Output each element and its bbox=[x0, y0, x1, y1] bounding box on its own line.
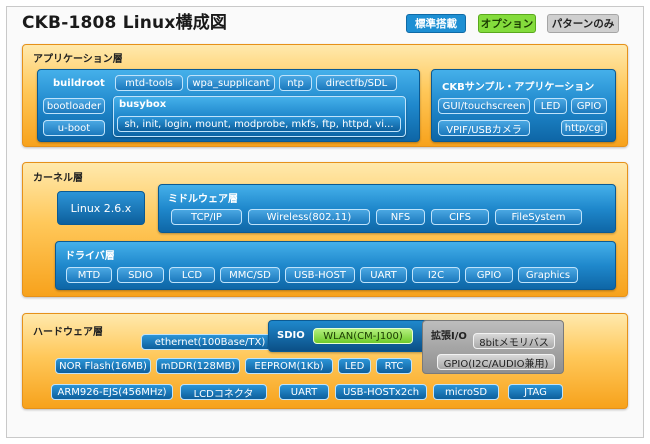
chip-led: LED bbox=[534, 98, 567, 114]
legend-standard: 標準搭載 bbox=[406, 14, 466, 33]
sdio-panel: SDIO WLAN(CM-J100) bbox=[268, 320, 434, 352]
middleware-panel: ミドルウェア層 TCP/IP Wireless(802.11) NFS CIFS… bbox=[158, 184, 616, 233]
chip-usb-host-2ch: USB-HOSTx2ch bbox=[335, 384, 427, 400]
chip-8bit-memory-bus: 8bitメモリバス bbox=[473, 333, 555, 349]
buildroot-panel: buildroot mtd-tools wpa_supplicant ntp d… bbox=[37, 69, 420, 142]
ckb-apps-panel: CKBサンプル・アプリケーション GUI/touchscreen LED GPI… bbox=[431, 69, 616, 142]
chip-mtd: MTD bbox=[66, 267, 112, 283]
ext-io-panel: 拡張I/O 8bitメモリバス GPIO(I2C/AUDIO兼用) bbox=[422, 320, 564, 374]
driver-panel: ドライバ層 MTD SDIO LCD MMC/SD USB-HOST UART … bbox=[55, 241, 616, 290]
chip-gpio-i2c-audio: GPIO(I2C/AUDIO兼用) bbox=[437, 354, 555, 370]
chip-nor-flash: NOR Flash(16MB) bbox=[55, 358, 151, 374]
busybox-commands: sh, init, login, mount, modprobe, mkfs, … bbox=[117, 116, 401, 132]
chip-wlan-option: WLAN(CM-J100) bbox=[313, 328, 413, 344]
legend-option: オプション bbox=[478, 14, 536, 33]
ext-io-label: 拡張I/O bbox=[431, 331, 467, 342]
kernel-layer: カーネル層 Linux 2.6.x ミドルウェア層 TCP/IP Wireles… bbox=[22, 162, 628, 297]
chip-led-hw: LED bbox=[338, 358, 371, 374]
chip-lcd: LCD bbox=[169, 267, 215, 283]
chip-gui-touchscreen: GUI/touchscreen bbox=[438, 98, 530, 114]
chip-directfb-sdl: directfb/SDL bbox=[316, 75, 397, 91]
chip-mmc-sd: MMC/SD bbox=[220, 267, 280, 283]
application-layer: アプリケーション層 buildroot mtd-tools wpa_suppli… bbox=[22, 44, 628, 147]
chip-usb-host: USB-HOST bbox=[285, 267, 355, 283]
chip-cifs: CIFS bbox=[431, 209, 489, 225]
chip-wireless: Wireless(802.11) bbox=[248, 209, 370, 225]
chip-eeprom: EEPROM(1Kb) bbox=[245, 358, 333, 374]
chip-vpif-usb-camera: VPIF/USBカメラ bbox=[438, 120, 530, 136]
chip-microsd: microSD bbox=[433, 384, 499, 400]
kernel-layer-title: カーネル層 bbox=[33, 173, 83, 184]
chip-sdio: SDIO bbox=[117, 267, 164, 283]
busybox-panel: busybox sh, init, login, mount, modprobe… bbox=[113, 96, 406, 137]
chip-wpa-supplicant: wpa_supplicant bbox=[187, 75, 275, 91]
application-layer-title: アプリケーション層 bbox=[33, 54, 123, 65]
buildroot-label: buildroot bbox=[53, 78, 105, 89]
chip-ethernet: ethernet(100Base/TX) bbox=[141, 334, 279, 350]
chip-filesystem: FileSystem bbox=[495, 209, 582, 225]
chip-i2c: I2C bbox=[412, 267, 460, 283]
chip-rtc: RTC bbox=[376, 358, 412, 374]
hardware-layer-title: ハードウェア層 bbox=[33, 327, 103, 338]
diagram-title: CKB-1808 Linux構成図 bbox=[22, 13, 228, 33]
chip-gpio: GPIO bbox=[571, 98, 607, 114]
chip-uart: UART bbox=[360, 267, 407, 283]
ckb-apps-label: CKBサンプル・アプリケーション bbox=[442, 82, 595, 93]
chip-graphics: Graphics bbox=[518, 267, 578, 283]
chip-ntp: ntp bbox=[279, 75, 312, 91]
chip-gpio-driver: GPIO bbox=[465, 267, 513, 283]
driver-label: ドライバ層 bbox=[65, 251, 115, 262]
chip-bootloader: bootloader bbox=[43, 98, 105, 114]
chip-http-cgi: http/cgi bbox=[561, 120, 607, 136]
chip-uart-hw: UART bbox=[279, 384, 329, 400]
legend-pattern: パターンのみ bbox=[547, 14, 619, 33]
chip-mddr: mDDR(128MB) bbox=[156, 358, 240, 374]
chip-lcd-connector: LCDコネクタ bbox=[180, 384, 267, 400]
sdio-label: SDIO bbox=[277, 330, 305, 341]
busybox-label: busybox bbox=[119, 99, 167, 110]
hardware-layer: ハードウェア層 ethernet(100Base/TX) SDIO WLAN(C… bbox=[22, 313, 628, 409]
middleware-label: ミドルウェア層 bbox=[168, 194, 238, 205]
chip-jtag: JTAG bbox=[508, 384, 563, 400]
linux-version-box: Linux 2.6.x bbox=[57, 191, 145, 225]
chip-u-boot: u-boot bbox=[43, 120, 105, 136]
chip-tcp-ip: TCP/IP bbox=[171, 209, 242, 225]
chip-nfs: NFS bbox=[376, 209, 425, 225]
chip-mtd-tools: mtd-tools bbox=[115, 75, 183, 91]
chip-arm926: ARM926-EJS(456MHz) bbox=[51, 384, 173, 400]
